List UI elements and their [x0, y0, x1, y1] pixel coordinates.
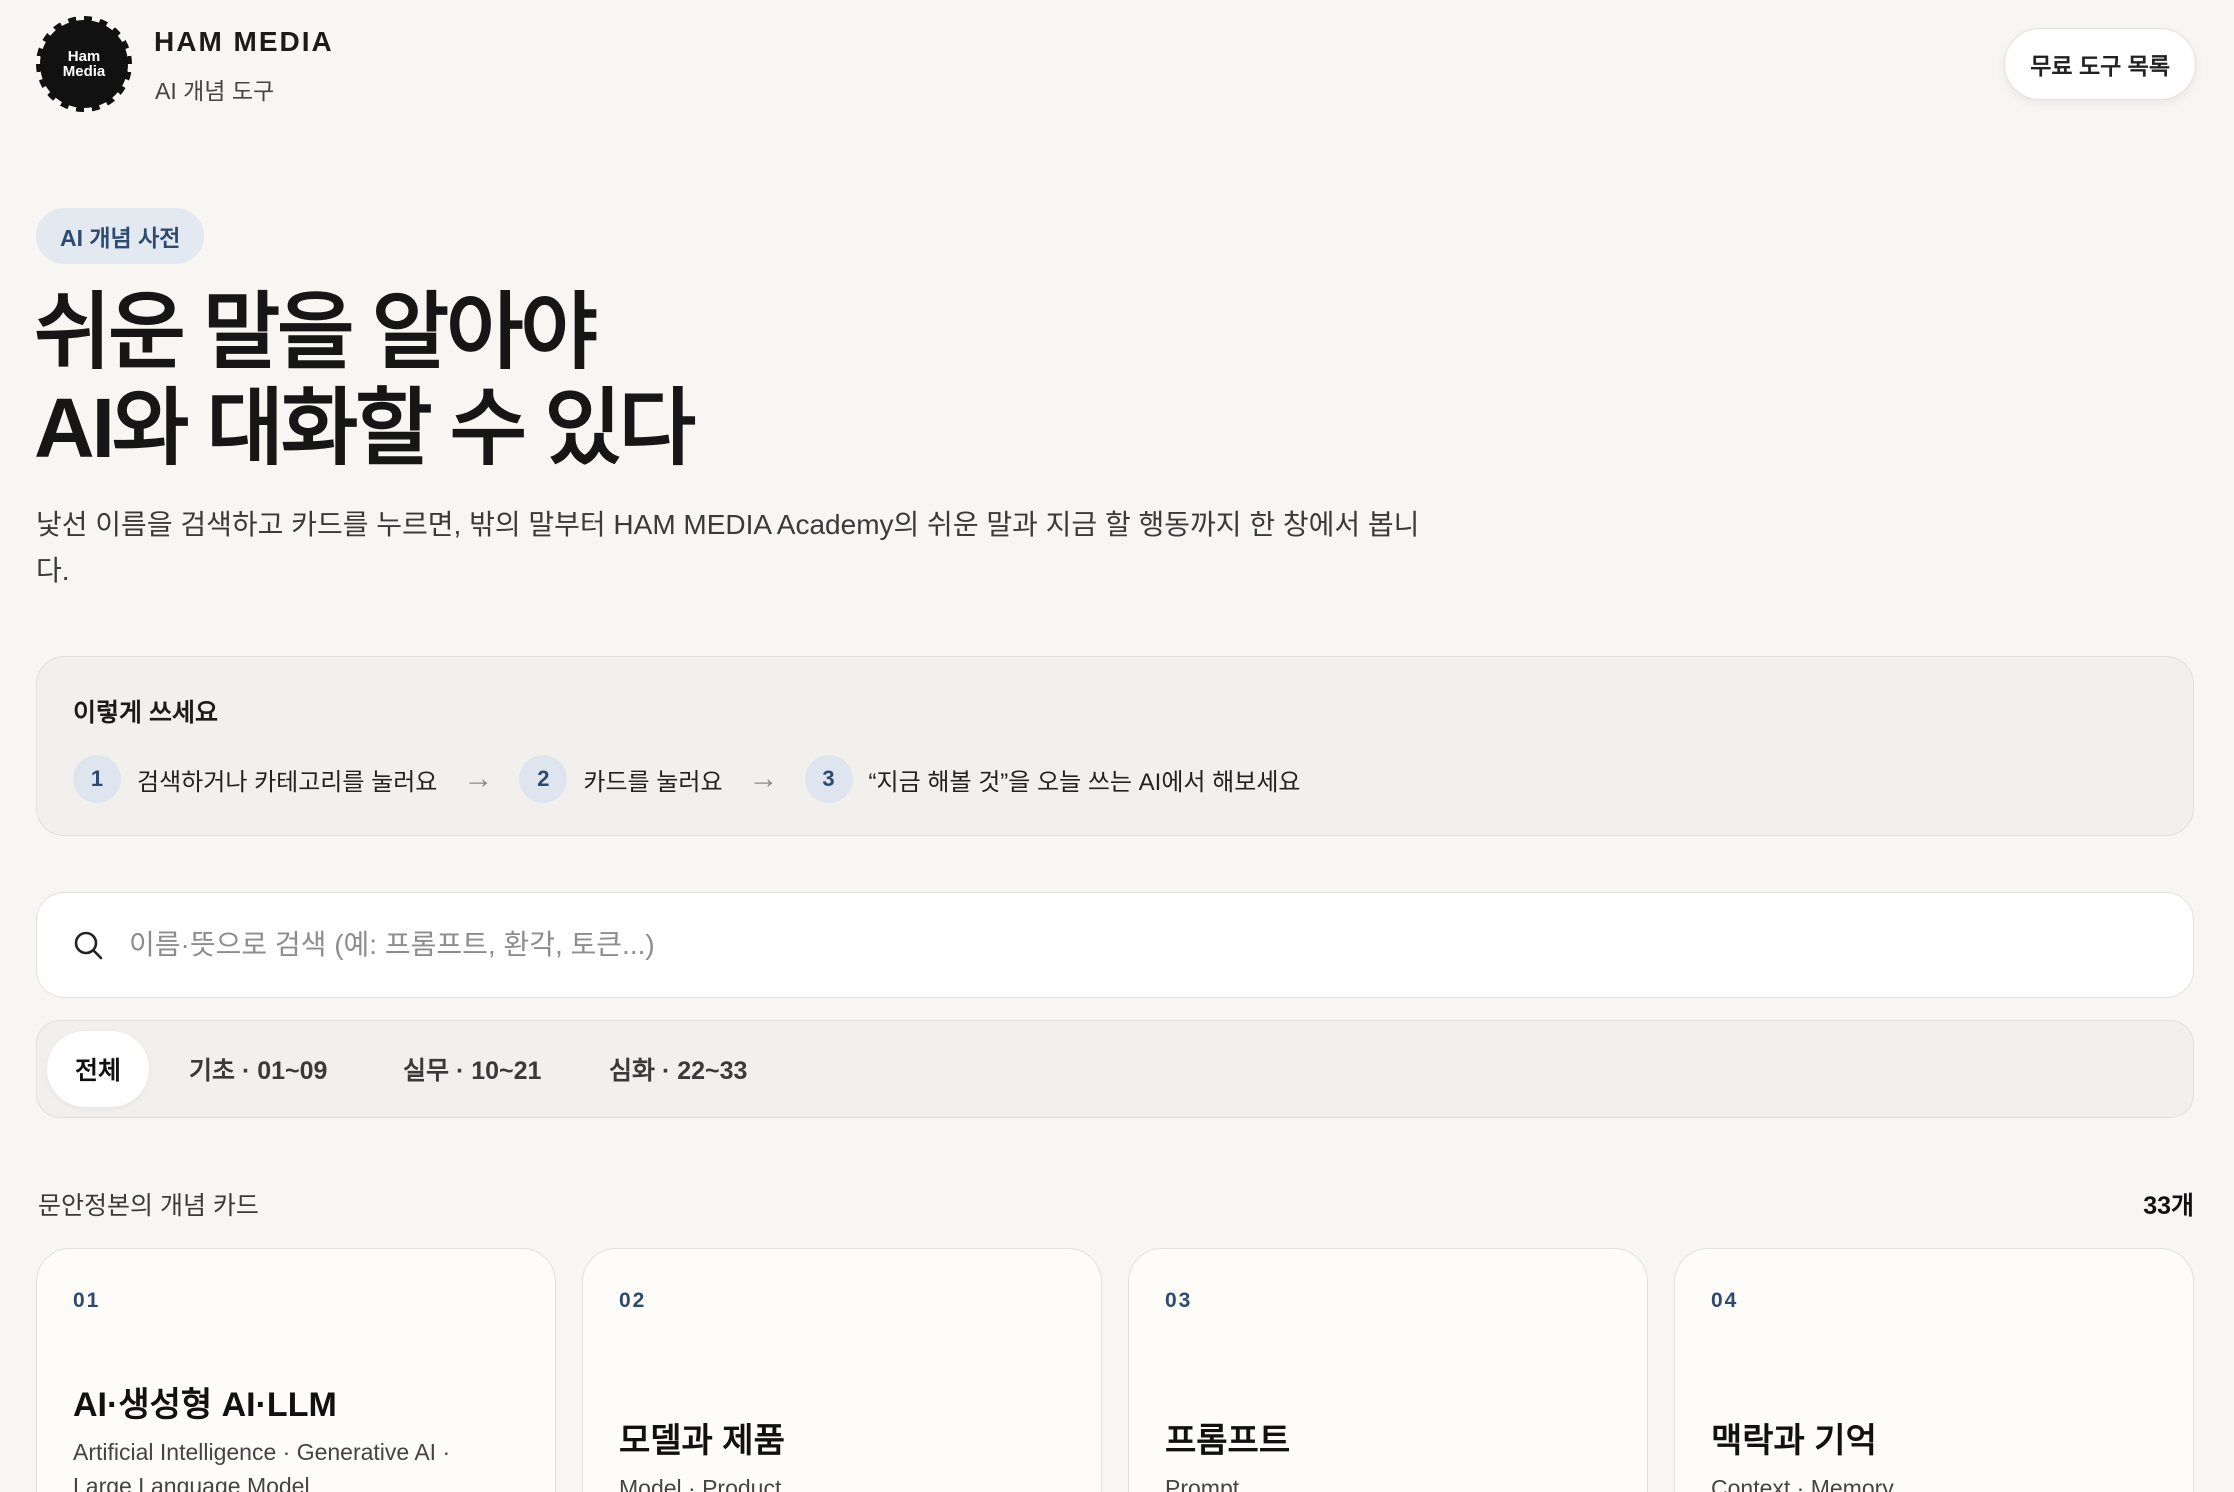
list-label: 문안정본의 개념 카드	[38, 1192, 259, 1220]
page-title-line-1: 쉬운 말을 알아야	[34, 285, 598, 379]
step-number: 3	[804, 755, 853, 803]
usage-guide: 이렇게 쓰세요 1 검색하거나 카테고리를 눌러요 → 2 카드를 눌러요 → …	[36, 656, 2194, 836]
usage-step-2: 2 카드를 눌러요	[519, 755, 723, 803]
step-number: 2	[519, 755, 568, 803]
category-tabs: 전체 기초 · 01~09 실무 · 10~21 심화 · 22~33	[36, 1020, 2194, 1118]
usage-guide-title: 이렇게 쓰세요	[73, 699, 218, 727]
search-input[interactable]	[129, 893, 2159, 997]
step-number: 1	[73, 755, 121, 803]
card-number: 03	[1165, 1289, 1193, 1312]
step-text: 카드를 눌러요	[583, 768, 723, 796]
card-subtitle: Context · Memory	[1711, 1475, 1894, 1492]
brand-name: HAM MEDIA	[154, 26, 334, 57]
logo-text: Ham Media	[62, 48, 106, 80]
tab-all[interactable]: 전체	[47, 1031, 150, 1107]
tab-advanced[interactable]: 심화 · 22~33	[581, 1031, 775, 1107]
step-text: “지금 해볼 것”을 오늘 쓰는 AI에서 해보세요	[868, 768, 1301, 796]
arrow-right-icon: →	[748, 762, 779, 795]
usage-step-3: 3 “지금 해볼 것”을 오늘 쓰는 AI에서 해보세요	[804, 755, 1301, 803]
card-number: 04	[1711, 1289, 1739, 1312]
card-title: 맥락과 기억	[1711, 1422, 1877, 1460]
card-subtitle: Model · Product	[619, 1475, 782, 1492]
concept-card[interactable]: 02 모델과 제품 Model · Product	[582, 1248, 1102, 1492]
search-bar	[36, 892, 2194, 998]
card-title: AI·생성형 AI·LLM	[73, 1386, 337, 1424]
step-text: 검색하거나 카테고리를 눌러요	[137, 768, 438, 796]
usage-steps: 1 검색하거나 카테고리를 눌러요 → 2 카드를 눌러요 → 3 “지금 해볼…	[73, 755, 1301, 803]
site-header: Ham Media HAM MEDIA AI 개념 도구 무료 도구 목록	[36, 16, 2196, 112]
category-pill: AI 개념 사전	[36, 208, 205, 264]
page-title-line-2: AI와 대화할 수 있다	[34, 381, 696, 475]
free-tools-list-button[interactable]: 무료 도구 목록	[2004, 28, 2196, 100]
ham-media-logo[interactable]: Ham Media	[36, 16, 132, 112]
search-icon	[74, 931, 103, 960]
card-title: 모델과 제품	[619, 1422, 785, 1460]
card-count: 33개	[2143, 1192, 2194, 1220]
card-number: 01	[73, 1289, 101, 1312]
arrow-right-icon: →	[463, 762, 494, 795]
card-subtitle: Prompt	[1165, 1475, 1240, 1492]
brand-subtitle: AI 개념 도구	[155, 78, 275, 104]
page-description: 낯선 이름을 검색하고 카드를 누르면, 밖의 말부터 HAM MEDIA Ac…	[36, 509, 1420, 586]
page-title: 쉬운 말을 알아야 AI와 대화할 수 있다	[34, 284, 696, 476]
tab-practice[interactable]: 실무 · 10~21	[375, 1031, 569, 1107]
card-subtitle: Artificial Intelligence · Generative AI …	[73, 1439, 451, 1492]
concept-card[interactable]: 04 맥락과 기억 Context · Memory	[1674, 1248, 2194, 1492]
card-number: 02	[619, 1289, 647, 1312]
tab-basic[interactable]: 기초 · 01~09	[161, 1031, 355, 1107]
card-title: 프롬프트	[1165, 1422, 1291, 1460]
usage-step-1: 1 검색하거나 카테고리를 눌러요	[73, 755, 437, 803]
concept-card[interactable]: 01 AI·생성형 AI·LLM Artificial Intelligence…	[36, 1248, 556, 1492]
concept-card[interactable]: 03 프롬프트 Prompt	[1128, 1248, 1648, 1492]
